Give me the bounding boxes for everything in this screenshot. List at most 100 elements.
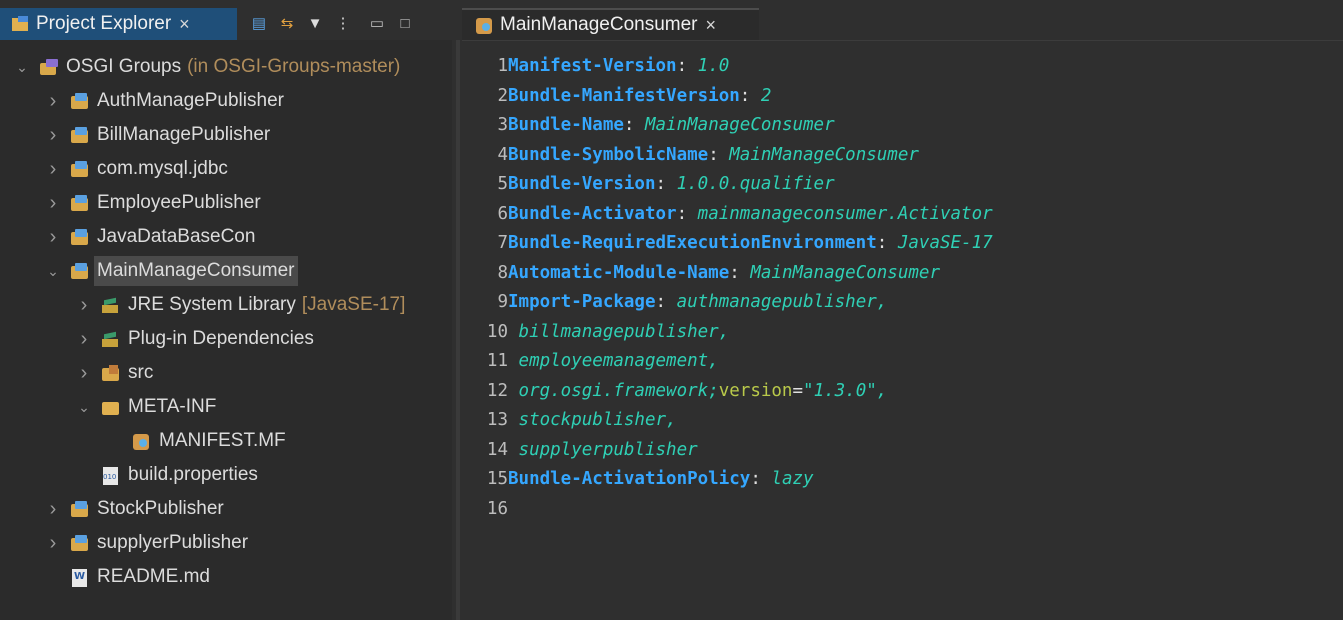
tree-item[interactable]: › JRE System Library [JavaSE-17] — [0, 288, 452, 322]
code-line[interactable]: 4 Bundle-SymbolicName: MainManageConsumer — [462, 141, 1343, 171]
chevron-right-icon[interactable]: › — [76, 322, 92, 356]
manifest-header-name: Bundle-Activator — [508, 203, 677, 224]
chevron-down-icon[interactable]: ⌄ — [76, 395, 92, 419]
tree-item[interactable]: › supplyerPublisher — [0, 526, 452, 560]
plugin-project-icon — [69, 91, 91, 111]
chevron-right-icon[interactable]: › — [76, 356, 92, 390]
tree-item[interactable]: › src — [0, 356, 452, 390]
tree-item[interactable]: › JavaDataBaseCon — [0, 220, 452, 254]
panel-splitter[interactable] — [452, 0, 462, 620]
manifest-header-value: supplyerpublisher — [508, 439, 698, 460]
readme-icon — [69, 567, 91, 587]
line-number: 6 — [497, 203, 508, 224]
code-line[interactable]: 8 Automatic-Module-Name: MainManageConsum… — [462, 259, 1343, 289]
filter-icon[interactable]: ▼ — [306, 14, 324, 32]
code-line[interactable]: 6 Bundle-Activator: mainmanageconsumer.Ac… — [462, 200, 1343, 230]
code-line[interactable]: 12 org.osgi.framework;version="1.3.0", — [462, 377, 1343, 407]
tree-item[interactable]: ⌄ META-INF — [0, 390, 452, 424]
line-number: 9 — [497, 292, 508, 312]
line-number: 4 — [497, 144, 508, 165]
tree-item-decoration: [JavaSE-17] — [301, 294, 406, 315]
tree-item-label: com.mysql.jdbc — [97, 158, 228, 179]
manifest-editor: MainManageConsumer × 1 Manifest-Version: … — [462, 0, 1343, 620]
line-number: 1 — [497, 56, 508, 76]
code-line[interactable]: 10 billmanagepublisher, — [462, 318, 1343, 348]
manifest-separator: : — [750, 469, 772, 489]
project-explorer-tabbar: Project Explorer × ▤ ⇆ ▼ ⋮ ▭ □ — [0, 0, 452, 40]
tree-item-label: JavaDataBaseCon — [97, 226, 256, 247]
code-line[interactable]: 16 — [462, 495, 1343, 525]
tree-item-label: EmployeePublisher — [97, 192, 261, 213]
tree-item[interactable]: › AuthManagePublisher — [0, 84, 452, 118]
code-line[interactable]: 3 Bundle-Name: MainManageConsumer — [462, 111, 1343, 141]
plugin-project-icon — [69, 261, 91, 281]
chevron-right-icon[interactable]: › — [45, 220, 61, 254]
chevron-right-icon[interactable]: › — [45, 492, 61, 526]
manifest-attribute: version — [718, 380, 793, 401]
minimize-icon[interactable]: ▭ — [368, 14, 386, 32]
chevron-right-icon[interactable]: › — [76, 288, 92, 322]
manifest-header-name: Automatic-Module-Name — [508, 262, 730, 283]
tree-item[interactable]: MANIFEST.MF — [0, 424, 452, 458]
code-text: Automatic-Module-Name: MainManageConsume… — [508, 259, 940, 289]
manifest-header-value: employeemanagement, — [508, 351, 719, 371]
collapse-all-icon[interactable]: ▤ — [250, 14, 268, 32]
code-line[interactable]: 11 employeemanagement, — [462, 347, 1343, 377]
chevron-right-icon[interactable]: › — [45, 118, 61, 152]
chevron-right-icon[interactable]: › — [45, 152, 61, 186]
manifest-header-name: Bundle-Version — [508, 174, 656, 194]
view-menu-icon[interactable]: ⋮ — [334, 14, 352, 32]
code-line[interactable]: 5 Bundle-Version: 1.0.0.qualifier — [462, 170, 1343, 200]
manifest-separator: : — [676, 56, 698, 76]
plugin-project-icon — [69, 533, 91, 553]
code-line[interactable]: 2 Bundle-ManifestVersion: 2 — [462, 82, 1343, 112]
source-folder-icon — [100, 363, 122, 383]
tree-item-label: AuthManagePublisher — [97, 90, 284, 111]
code-line[interactable]: 1 Manifest-Version: 1.0 — [462, 52, 1343, 82]
code-line[interactable]: 7 Bundle-RequiredExecutionEnvironment: Ja… — [462, 229, 1343, 259]
line-number: 11 — [486, 351, 508, 371]
manifest-header-value: JavaSE-17 — [897, 233, 993, 253]
chevron-right-icon[interactable]: › — [45, 84, 61, 118]
close-icon[interactable]: × — [179, 14, 190, 35]
chevron-down-icon[interactable]: ⌄ — [45, 259, 61, 283]
editor-tab-label: MainManageConsumer — [500, 14, 698, 35]
plugin-project-icon — [69, 227, 91, 247]
tree-item[interactable]: › EmployeePublisher — [0, 186, 452, 220]
manifest-icon — [474, 15, 496, 35]
plugin-project-icon — [69, 193, 91, 213]
plugin-project-icon — [69, 125, 91, 145]
view-toolbar: ▤ ⇆ ▼ ⋮ ▭ □ — [250, 10, 414, 36]
tree-item[interactable]: ⌄ OSGI Groups (in OSGI-Groups-master) — [0, 50, 452, 84]
line-number: 16 — [486, 498, 508, 519]
project-tree: ⌄ OSGI Groups (in OSGI-Groups-master) › Auth… — [0, 40, 452, 594]
manifest-separator: : — [623, 115, 645, 135]
tree-item[interactable]: ⌄ MainManageConsumer — [0, 254, 452, 288]
tree-item[interactable]: build.properties — [0, 458, 452, 492]
manifest-header-name: Bundle-SymbolicName — [508, 144, 709, 165]
manifest-header-value: 1.0.0.qualifier — [676, 174, 835, 194]
code-area[interactable]: 1 Manifest-Version: 1.0 2 Bundle-ManifestVe… — [462, 52, 1343, 524]
code-line[interactable]: 14 supplyerpublisher — [462, 436, 1343, 466]
maximize-icon[interactable]: □ — [396, 14, 414, 32]
tab-main-manage-consumer[interactable]: MainManageConsumer × — [462, 8, 759, 40]
code-line[interactable]: 15 Bundle-ActivationPolicy: lazy — [462, 465, 1343, 495]
tree-item-label: build.properties — [128, 464, 258, 485]
close-icon[interactable]: × — [706, 15, 717, 36]
manifest-header-name: Bundle-ActivationPolicy — [508, 469, 751, 489]
tree-item-label: OSGI Groups — [66, 56, 182, 77]
chevron-down-icon[interactable]: ⌄ — [14, 55, 30, 79]
tree-item[interactable]: › StockPublisher — [0, 492, 452, 526]
code-line[interactable]: 13 stockpublisher, — [462, 406, 1343, 436]
tab-project-explorer[interactable]: Project Explorer × — [0, 8, 237, 40]
manifest-header-value: authmanagepublisher, — [676, 292, 888, 312]
link-with-editor-icon[interactable]: ⇆ — [278, 14, 296, 32]
tree-item[interactable]: › com.mysql.jdbc — [0, 152, 452, 186]
tree-item[interactable]: README.md — [0, 560, 452, 594]
code-line[interactable]: 9 Import-Package: authmanagepublisher, — [462, 288, 1343, 318]
chevron-right-icon[interactable]: › — [45, 186, 61, 220]
line-number: 10 — [486, 321, 508, 342]
tree-item[interactable]: › Plug-in Dependencies — [0, 322, 452, 356]
chevron-right-icon[interactable]: › — [45, 526, 61, 560]
tree-item[interactable]: › BillManagePublisher — [0, 118, 452, 152]
